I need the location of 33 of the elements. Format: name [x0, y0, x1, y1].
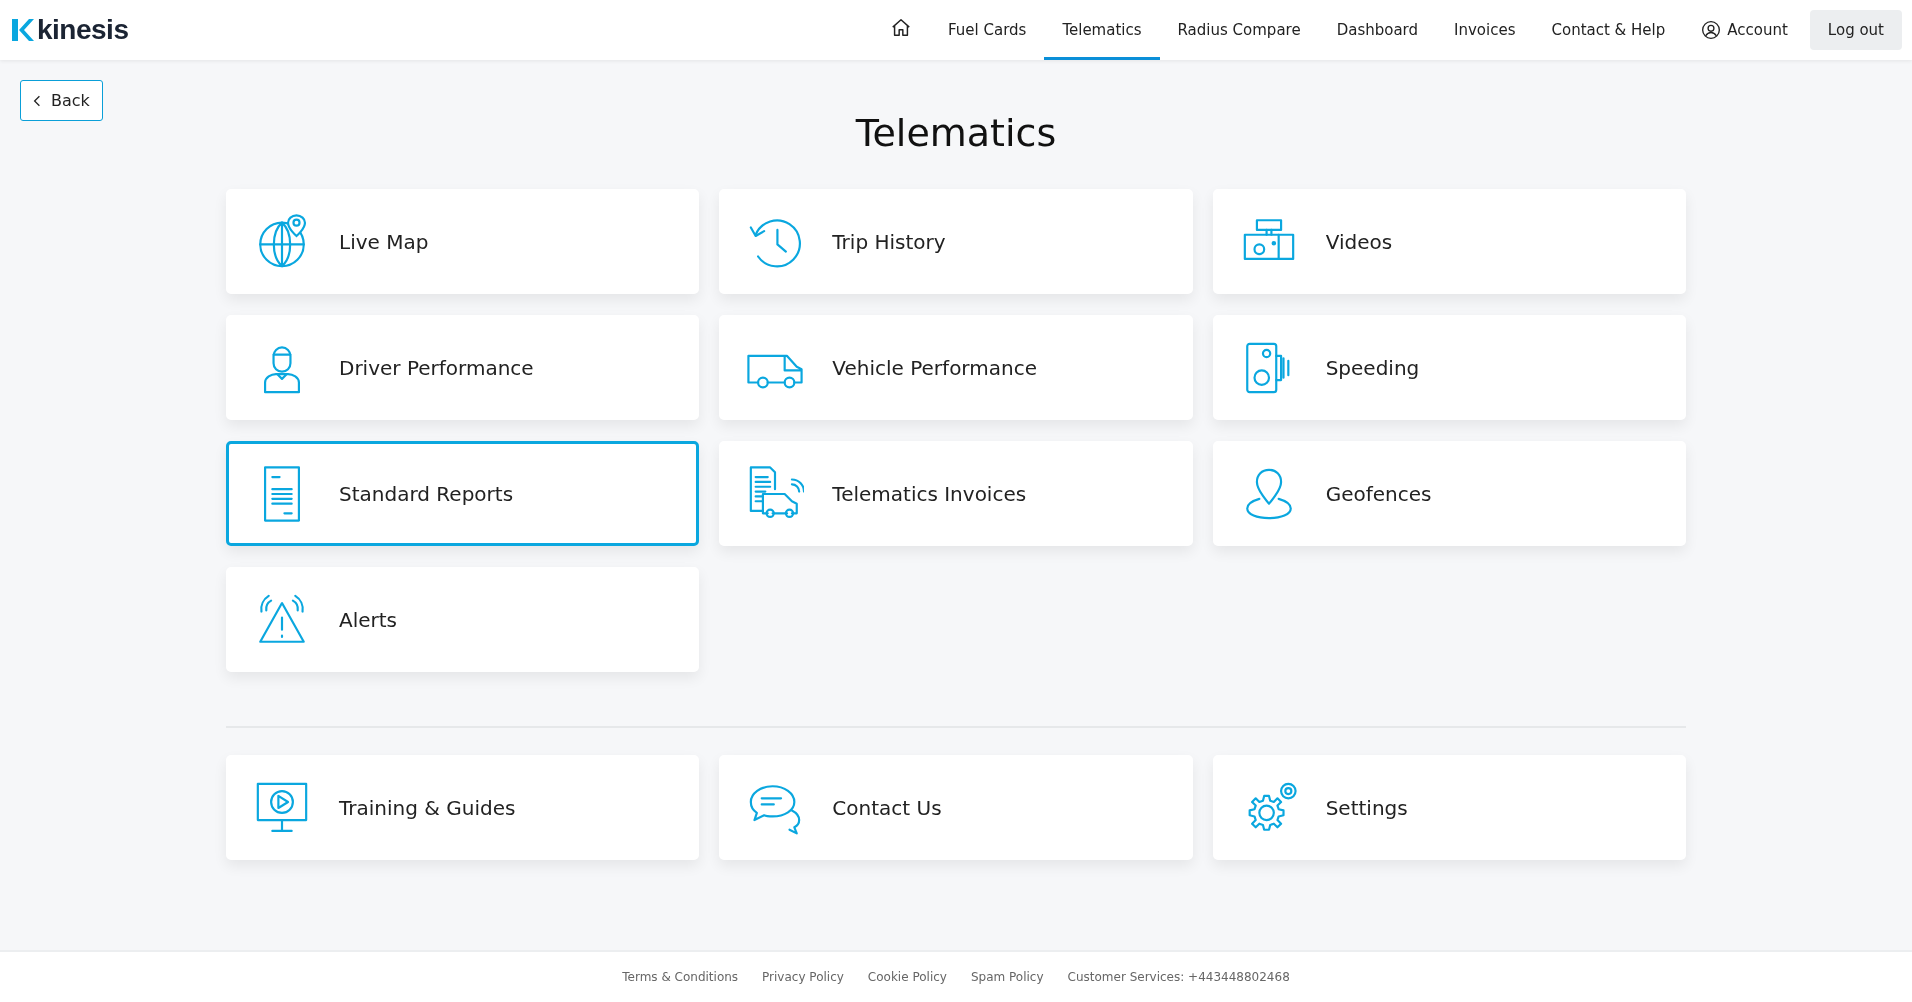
nav-tab[interactable]: Radius Compare: [1159, 0, 1319, 60]
menu-tile[interactable]: Vehicle Performance: [719, 315, 1193, 420]
nav-tab[interactable]: Invoices: [1436, 0, 1534, 60]
nav-tab[interactable]: Fuel Cards: [930, 0, 1045, 60]
footer-link[interactable]: Terms & Conditions: [622, 970, 739, 984]
kinesis-logo[interactable]: kinesis: [10, 14, 129, 46]
footer-link[interactable]: Spam Policy: [970, 970, 1044, 984]
nav-tab[interactable]: Dashboard: [1318, 0, 1437, 60]
footer-link[interactable]: Cookie Policy: [867, 970, 947, 984]
menu-tile[interactable]: Driver Performance: [226, 315, 700, 420]
menu-tile[interactable]: Training & Guides: [226, 755, 700, 860]
nav-tab[interactable]: Telematics: [1044, 0, 1160, 60]
logout-button[interactable]: Log out: [1809, 10, 1902, 50]
menu-tile[interactable]: Videos: [1212, 189, 1686, 294]
account-icon: [1701, 20, 1722, 40]
logo-text: kinesis: [37, 14, 129, 46]
menu-tile[interactable]: Geofences: [1212, 441, 1686, 546]
menu-tile[interactable]: Speeding: [1212, 315, 1686, 420]
customer-services-text: Customer Services: +443448802468: [1067, 970, 1290, 984]
k-logo-icon: [10, 17, 34, 43]
menu-tile[interactable]: Settings: [1212, 755, 1686, 860]
menu-tile[interactable]: Trip History: [719, 189, 1193, 294]
account-link[interactable]: Account: [1683, 0, 1806, 60]
footer-link[interactable]: Privacy Policy: [762, 970, 844, 984]
chevron-left-icon: [33, 94, 41, 107]
menu-tile[interactable]: Alerts: [226, 567, 700, 672]
back-button[interactable]: Back: [20, 80, 103, 121]
menu-tile[interactable]: Standard Reports: [226, 441, 700, 546]
menu-tile[interactable]: Contact Us: [719, 755, 1193, 860]
page-title: Telematics: [855, 111, 1057, 155]
nav-tab[interactable]: Contact & Help: [1533, 0, 1684, 60]
menu-tile[interactable]: Telematics Invoices: [719, 441, 1193, 546]
menu-tile[interactable]: Live Map: [226, 189, 700, 294]
